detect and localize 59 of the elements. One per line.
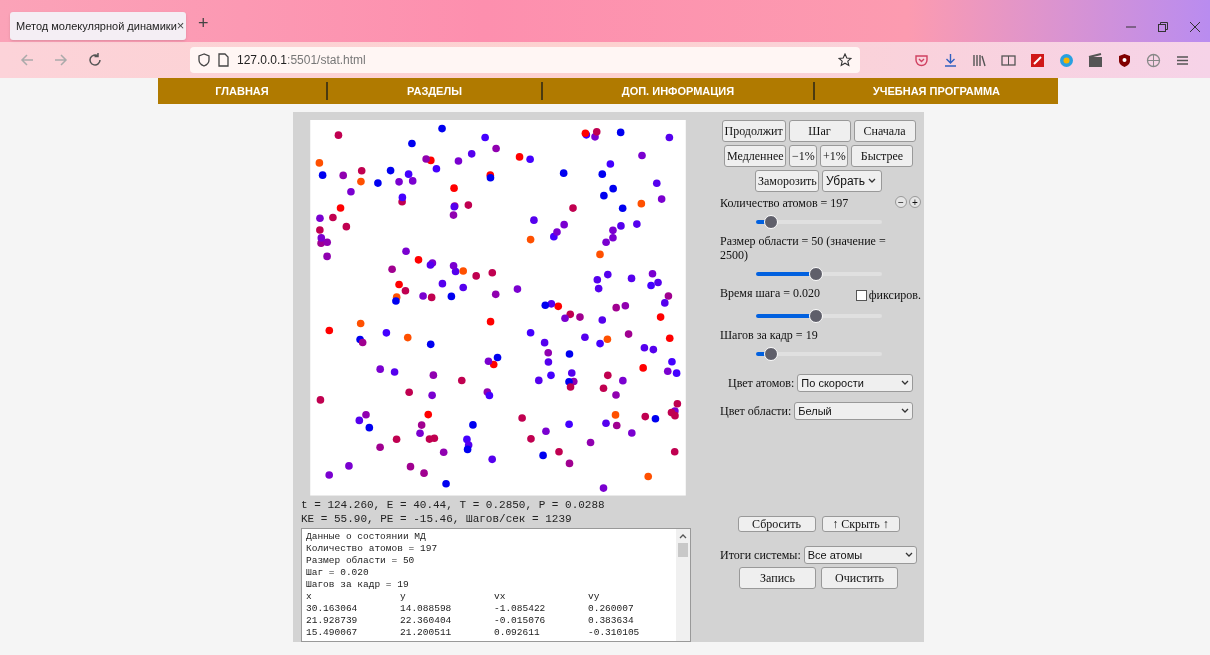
table-cell-text: 30.163064 — [306, 602, 359, 615]
column-header: y — [400, 590, 407, 603]
dropdown[interactable]: Все атомы — [803, 546, 917, 564]
table-cell-text: 21.200511 — [400, 626, 453, 639]
select-label: Итоги системы: — [720, 547, 801, 564]
status-text: KE = 55.90, PE = -15.46, Шагов/сек = 1239 — [301, 511, 573, 526]
control-button[interactable]: Шаг — [788, 120, 851, 142]
nav-link[interactable]: ГЛАВНАЯ — [158, 82, 328, 100]
log-line: Шагов за кадр = 19 — [306, 578, 410, 591]
browser-tab[interactable]: Метод молекулярной динамики× — [10, 12, 186, 40]
table-cell-text: 0.092611 — [494, 626, 541, 639]
log-line: Данные о состоянии МД — [306, 530, 427, 543]
table-cell-text: 14.088598 — [400, 602, 453, 615]
table-cell-text: 0.383634 — [588, 614, 635, 627]
remove-dropdown[interactable]: Убрать — [822, 170, 882, 192]
record-button[interactable]: Запись — [739, 567, 816, 589]
table-cell-text: 0.260007 — [588, 602, 635, 615]
column-header: vy — [588, 590, 601, 603]
dropdown[interactable]: По скорости — [797, 374, 913, 392]
slider-label: Размер области = 50 (значение = 2500) — [720, 234, 887, 262]
minus-button[interactable]: − — [895, 196, 907, 208]
nav-link[interactable]: ДОП. ИНФОРМАЦИЯ — [543, 82, 815, 100]
table-cell-text: 22.360404 — [400, 614, 453, 627]
table-cell-text: -1.085422 — [494, 602, 547, 615]
log-line: Количество атомов = 197 — [306, 542, 439, 555]
nav-link[interactable]: УЧЕБНАЯ ПРОГРАММА — [815, 82, 1058, 100]
slider-label: Количество атомов = 197 — [720, 196, 850, 210]
dropdown[interactable]: Белый — [794, 402, 913, 420]
log-line: Шаг = 0.020 — [306, 566, 370, 579]
control-button[interactable]: Быстрее — [851, 145, 913, 167]
column-header: x — [306, 590, 313, 603]
select-label: Цвет области: — [720, 403, 792, 420]
nav-link[interactable]: РАЗДЕЛЫ — [328, 82, 543, 100]
control-button[interactable]: Медленнее — [724, 145, 786, 167]
log-line: Размер области = 50 — [306, 554, 416, 567]
hide-button[interactable]: ↑ Скрыть ↑ — [821, 516, 900, 532]
tab-title: Метод молекулярной динамики — [16, 18, 177, 34]
select-label: Цвет атомов: — [728, 375, 795, 392]
close-icon[interactable]: × — [176, 16, 185, 36]
control-button[interactable]: Продолжит — [721, 120, 786, 142]
control-button[interactable]: Сначала — [853, 120, 916, 142]
table-cell-text: 15.490067 — [306, 626, 359, 639]
reset-button[interactable]: Сбросить — [737, 516, 816, 532]
url-text: 127.0.0.1:5501/stat.html — [237, 52, 366, 69]
table-cell-text: 21.928739 — [306, 614, 359, 627]
control-button[interactable]: +1% — [820, 145, 848, 167]
column-header: vx — [494, 590, 507, 603]
freeze-button[interactable]: Заморозить — [755, 170, 819, 192]
slider-label: Шагов за кадр = 19 — [720, 328, 819, 342]
table-cell-text: -0.015076 — [494, 614, 547, 627]
checkbox-label: фиксиров. — [868, 287, 921, 304]
status-text: t = 124.260, E = 40.44, T = 0.2850, P = 0.0288 — [301, 497, 606, 512]
address-bar[interactable]: 127.0.0.1:5501/stat.html — [190, 47, 860, 73]
table-cell-text: -0.310105 — [588, 626, 641, 639]
clear-button[interactable]: Очистить — [821, 567, 898, 589]
control-button[interactable]: −1% — [789, 145, 817, 167]
slider-label: Время шага = 0.020 — [720, 286, 822, 300]
new-tab-icon[interactable]: + — [198, 10, 209, 37]
plus-button[interactable]: + — [909, 196, 921, 208]
